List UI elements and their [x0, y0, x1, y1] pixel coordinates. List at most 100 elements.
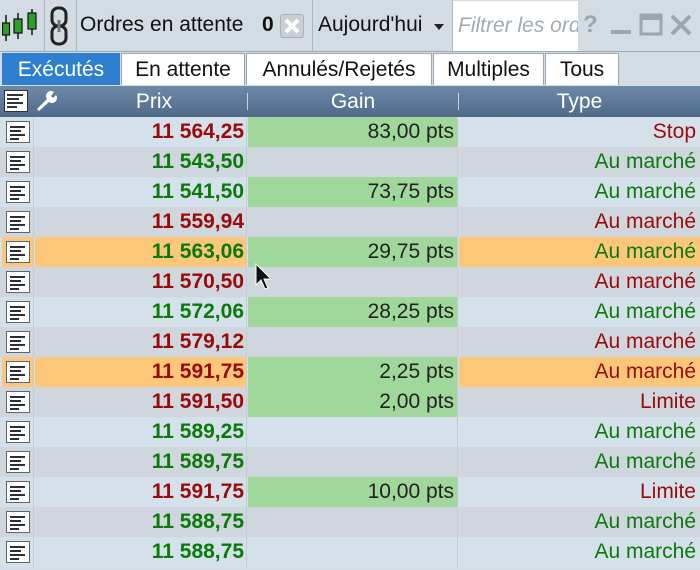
tab-pending[interactable]: En attente: [121, 53, 245, 85]
type-cell: Au marché: [594, 210, 696, 233]
gain-cell: [248, 147, 458, 177]
table-row[interactable]: 11 541,50 73,75 pts Au marché: [0, 177, 700, 207]
chevron-down-icon: [434, 24, 444, 30]
pending-orders-count: 0: [262, 13, 274, 36]
row-detail-cell[interactable]: [2, 237, 34, 267]
document-icon: [6, 451, 30, 473]
clear-button[interactable]: [280, 14, 304, 38]
row-detail-cell[interactable]: [2, 537, 34, 567]
column-header-type[interactable]: Type: [459, 86, 700, 117]
row-detail-cell[interactable]: [2, 267, 34, 297]
table-row[interactable]: 11 589,25 Au marché: [0, 417, 700, 447]
tab-multiple[interactable]: Multiples: [433, 53, 544, 85]
type-cell: Au marché: [594, 450, 696, 473]
minimize-icon[interactable]: [608, 12, 634, 38]
price-cell: 11 564,25: [35, 117, 247, 147]
wrench-icon[interactable]: [34, 90, 58, 112]
row-detail-cell[interactable]: [2, 387, 34, 417]
date-range-select[interactable]: Aujourd'hui: [312, 0, 453, 52]
tab-executed[interactable]: Exécutés: [2, 53, 120, 85]
row-detail-cell[interactable]: [2, 297, 34, 327]
toolbar: Ordres en attente 0 Aujourd'hui ?: [0, 0, 700, 52]
gain-cell: 2,25 pts: [248, 357, 458, 387]
type-cell: Stop: [652, 120, 696, 143]
price-cell: 11 572,06: [35, 297, 247, 327]
document-icon: [6, 541, 30, 563]
type-cell: Au marché: [594, 510, 696, 533]
tab-cancelled-rejected[interactable]: Annulés/Rejetés: [246, 53, 432, 85]
row-detail-cell[interactable]: [2, 117, 34, 147]
mouse-cursor-icon: [255, 263, 273, 290]
type-cell: Au marché: [594, 420, 696, 443]
maximize-icon[interactable]: [638, 12, 664, 38]
type-cell: Au marché: [594, 330, 696, 353]
gain-cell: 28,25 pts: [248, 297, 458, 327]
price-cell: 11 579,12: [35, 327, 247, 357]
gain-cell: 83,00 pts: [248, 117, 458, 147]
table-row[interactable]: 11 589,75 Au marché: [0, 447, 700, 477]
table-row[interactable]: 11 588,75 Au marché: [0, 537, 700, 567]
type-cell: Au marché: [594, 150, 696, 173]
table-row[interactable]: 11 564,25 83,00 pts Stop: [0, 117, 700, 147]
document-icon: [6, 511, 30, 533]
price-cell: 11 588,75: [35, 507, 247, 537]
gain-cell: [248, 447, 458, 477]
close-icon: [284, 18, 300, 34]
row-detail-cell[interactable]: [2, 357, 34, 387]
price-cell: 11 543,50: [35, 147, 247, 177]
gain-cell: 73,75 pts: [248, 177, 458, 207]
document-icon: [6, 151, 30, 173]
document-icon: [6, 271, 30, 293]
gain-cell: [248, 327, 458, 357]
column-header-price[interactable]: Prix: [60, 86, 248, 117]
column-header-gain[interactable]: Gain: [248, 86, 458, 117]
table-header: Prix Gain Type: [0, 86, 700, 117]
row-detail-cell[interactable]: [2, 147, 34, 177]
gain-cell: [248, 507, 458, 537]
help-icon[interactable]: ?: [583, 11, 598, 39]
filter-input[interactable]: [453, 1, 578, 51]
row-detail-cell[interactable]: [2, 207, 34, 237]
row-detail-cell[interactable]: [2, 507, 34, 537]
document-icon: [6, 331, 30, 353]
row-detail-cell[interactable]: [2, 177, 34, 207]
table-row[interactable]: 11 563,06 29,75 pts Au marché: [0, 237, 700, 267]
table-row[interactable]: 11 570,50 Au marché: [0, 267, 700, 297]
document-icon: [6, 181, 30, 203]
gain-cell: [248, 267, 458, 297]
table-row[interactable]: 11 588,75 Au marché: [0, 507, 700, 537]
row-detail-cell[interactable]: [2, 417, 34, 447]
order-detail-icon[interactable]: [4, 90, 28, 112]
document-icon: [6, 211, 30, 233]
candlestick-chart-icon[interactable]: [2, 9, 42, 43]
table-row[interactable]: 11 572,06 28,25 pts Au marché: [0, 297, 700, 327]
table-row[interactable]: 11 543,50 Au marché: [0, 147, 700, 177]
gain-cell: [248, 417, 458, 447]
row-detail-cell[interactable]: [2, 447, 34, 477]
table-row[interactable]: 11 591,75 2,25 pts Au marché: [0, 357, 700, 387]
type-cell: Au marché: [459, 357, 700, 387]
row-detail-cell[interactable]: [2, 477, 34, 507]
document-icon: [6, 481, 30, 503]
price-cell: 11 559,94: [35, 207, 247, 237]
table-row[interactable]: 11 591,50 2,00 pts Limite: [0, 387, 700, 417]
price-cell: 11 591,75: [35, 477, 247, 507]
price-cell: 11 563,06: [35, 237, 247, 267]
table-row[interactable]: 11 559,94 Au marché: [0, 207, 700, 237]
gain-cell: [248, 207, 458, 237]
type-cell: Limite: [639, 480, 696, 503]
document-icon: [6, 391, 30, 413]
document-icon: [6, 421, 30, 443]
row-detail-cell[interactable]: [2, 327, 34, 357]
table-row[interactable]: 11 579,12 Au marché: [0, 327, 700, 357]
type-cell: Au marché: [459, 237, 700, 267]
price-cell: 11 588,75: [35, 537, 247, 567]
table-row[interactable]: 11 591,75 10,00 pts Limite: [0, 477, 700, 507]
price-cell: 11 570,50: [35, 267, 247, 297]
tab-all[interactable]: Tous: [545, 53, 619, 85]
price-cell: 11 589,75: [35, 447, 247, 477]
link-chain-icon[interactable]: [46, 6, 74, 46]
gain-cell: 2,00 pts: [248, 387, 458, 417]
close-window-icon[interactable]: [668, 12, 694, 38]
type-cell: Au marché: [594, 300, 696, 323]
